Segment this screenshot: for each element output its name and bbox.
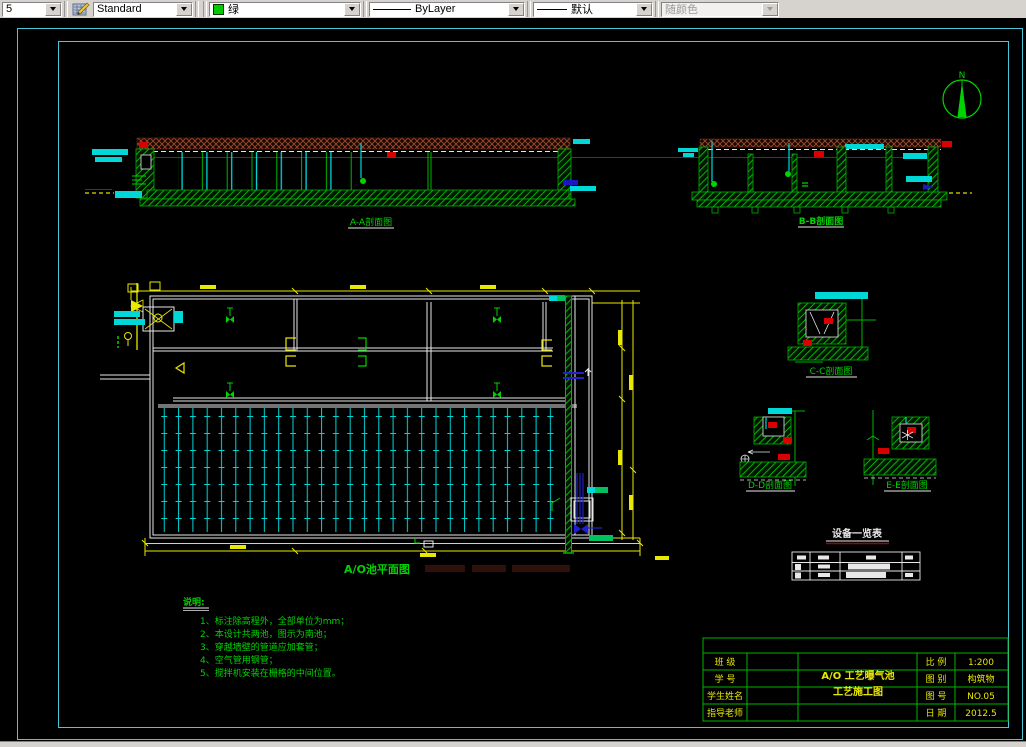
notes-title: 说明:: [183, 596, 205, 608]
lineweight-combo-arrow-icon[interactable]: [636, 2, 652, 16]
detail-cc: C-C剖面图: [787, 292, 876, 378]
section-dd-label: D-D剖面图: [748, 479, 792, 491]
text-style-icon[interactable]: [72, 2, 91, 17]
titleblock-label: 班 级: [715, 656, 736, 668]
toolbar-separator: [527, 1, 531, 17]
plan-note-leader: [414, 538, 420, 544]
toolbar-separator: [195, 1, 199, 17]
notes: 说明: 1、标注除高程外，全部单位为mm； 2、本设计共两池，图示为南池； 3、…: [183, 596, 349, 679]
equipment-table: 设备一览表: [791, 527, 921, 581]
note-item: 4、空气管用钢管；: [200, 654, 278, 666]
section-bb-label: B-B剖面图: [799, 215, 843, 227]
zoom-combo-arrow-icon[interactable]: [45, 2, 61, 16]
plotstyle-combo-arrow-icon: [762, 2, 778, 16]
window-bottom-edge: [0, 741, 1026, 747]
titleblock-label: 学生姓名: [707, 690, 743, 702]
cad-drawing[interactable]: N A-A剖面图 B-B剖面图 A/O池平面图 C-C剖面图 D-D剖面图 E-…: [0, 18, 1026, 741]
titleblock-value-date: 2012.5: [965, 709, 997, 719]
plan-subnote-text: [425, 565, 570, 572]
color-combo[interactable]: 绿: [209, 1, 361, 17]
color-combo-value: 绿: [210, 3, 344, 16]
color-swatch: [213, 3, 224, 15]
section-ee-label: E-E剖面图: [886, 479, 928, 491]
text-style-combo-arrow-icon[interactable]: [176, 2, 192, 16]
inlet-assembly: [100, 281, 183, 380]
note-item: 5、搅拌机安装在栅格的中间位置。: [200, 667, 341, 679]
zoom-combo-value: 5: [6, 3, 13, 15]
equipment-table-title: 设备一览表: [832, 527, 883, 540]
note-item: 1、标注除高程外，全部单位为mm；: [200, 615, 349, 627]
note-item: 3、穿越墙壁的管道应加套管；: [200, 641, 323, 653]
titleblock-value-category: 构筑物: [967, 673, 994, 685]
section-aa: A-A剖面图: [92, 137, 596, 229]
project-title-line2: 工艺施工图: [833, 685, 883, 698]
effluent-channel: [563, 295, 574, 554]
section-cc-label: C-C剖面图: [810, 365, 853, 377]
titleblock-label: 图 别: [926, 674, 947, 685]
zoom-combo[interactable]: 5: [2, 1, 62, 17]
titleblock-label: 学 号: [715, 673, 736, 685]
detail-dd: D-D剖面图: [739, 408, 807, 492]
lineweight-glyph: [537, 8, 567, 10]
titleblock-label: 图 号: [926, 691, 947, 702]
toolbar: 5 Standard 绿 ByLayer 默认 随颜色: [0, 0, 1026, 18]
north-label: N: [959, 71, 966, 81]
titleblock-value-scale: 1:200: [968, 658, 994, 668]
toolbar-separator: [203, 1, 207, 17]
model-space-canvas[interactable]: N A-A剖面图 B-B剖面图 A/O池平面图 C-C剖面图 D-D剖面图 E-…: [0, 18, 1026, 741]
linetype-combo-label: ByLayer: [415, 3, 456, 15]
linetype-combo-value: ByLayer: [370, 3, 508, 16]
north-arrow: N: [942, 71, 982, 119]
titleblock-value-number: NO.05: [967, 692, 995, 702]
section-bb: B-B剖面图: [678, 138, 952, 228]
toolbar-separator: [64, 1, 68, 17]
toolbar-separator: [655, 1, 659, 17]
plotstyle-combo-value: 随颜色: [662, 2, 762, 16]
titleblock-label: 比 例: [926, 656, 947, 668]
color-combo-arrow-icon[interactable]: [344, 2, 360, 16]
plotstyle-combo: 随颜色: [661, 1, 779, 17]
lineweight-combo-value: 默认: [534, 3, 636, 16]
project-title-line1: A/O 工艺曝气池: [821, 669, 894, 682]
titleblock-label: 指导老师: [707, 707, 743, 719]
title-block: 班 级 学 号 学生姓名 指导老师 比 例 图 别 图 号 日 期 1:200 …: [702, 637, 1009, 722]
note-item: 2、本设计共两池，图示为南池；: [200, 628, 332, 640]
aeration-grid: [160, 408, 560, 532]
linetype-combo-arrow-icon[interactable]: [508, 2, 524, 16]
color-combo-label: 绿: [228, 4, 239, 16]
linetype-glyph: [373, 8, 411, 10]
text-style-combo[interactable]: Standard: [93, 1, 193, 17]
text-style-combo-value: Standard: [97, 3, 142, 15]
titleblock-label: 日 期: [926, 708, 947, 719]
equipment-table-cells: [795, 555, 913, 579]
mixers: [225, 307, 502, 399]
linetype-combo[interactable]: ByLayer: [369, 1, 525, 17]
toolbar-separator: [363, 1, 367, 17]
plan-label: A/O池平面图: [344, 562, 410, 576]
wall-openings: [174, 337, 552, 375]
sheet-border: [17, 28, 1023, 740]
plan-view: A/O池平面图: [100, 281, 669, 576]
section-aa-label: A-A剖面图: [350, 216, 392, 228]
lineweight-combo[interactable]: 默认: [533, 1, 653, 17]
detail-ee: E-E剖面图: [863, 410, 937, 492]
lineweight-combo-label: 默认: [571, 4, 593, 16]
